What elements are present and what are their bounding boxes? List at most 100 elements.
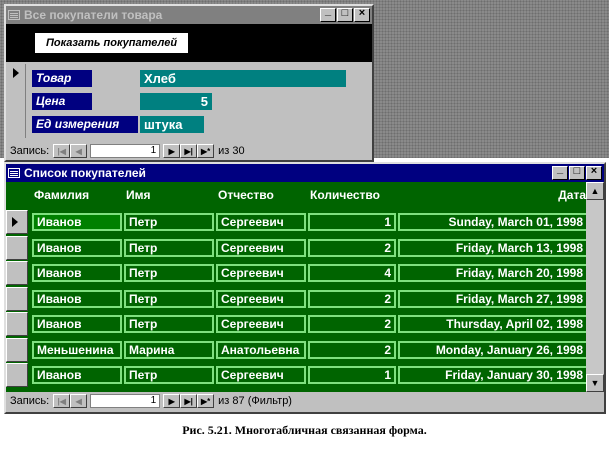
cell-patronymic[interactable]: Анатольевна <box>216 340 306 359</box>
row-selector[interactable] <box>6 363 28 387</box>
cell-patronymic[interactable]: Сергеевич <box>216 315 306 333</box>
record-count: из 30 <box>218 145 245 157</box>
column-header-date: Дата <box>558 188 586 202</box>
customer-list-window: Список покупателей _ □ × Фамилия Имя Отч… <box>4 162 606 414</box>
scroll-up-button[interactable]: ▲ <box>586 182 604 200</box>
cell-name[interactable]: Петр <box>124 366 214 384</box>
maximize-icon: □ <box>341 7 349 19</box>
cell-surname[interactable]: Иванов <box>32 264 122 282</box>
customer-list: Фамилия Имя Отчество Количество Дата Ива… <box>6 182 604 392</box>
figure-caption: Рис. 5.21. Многотабличная связанная форм… <box>182 423 427 437</box>
close-icon: × <box>358 7 366 19</box>
cell-quantity[interactable]: 1 <box>308 213 396 231</box>
close-button[interactable]: × <box>354 7 370 22</box>
record-number-input[interactable]: 1 <box>90 394 161 408</box>
next-record-button[interactable]: ▶ <box>163 144 181 158</box>
cell-patronymic[interactable]: Сергеевич <box>216 238 306 257</box>
cell-patronymic[interactable]: Сергеевич <box>216 213 306 231</box>
cell-surname[interactable]: Иванов <box>32 213 122 231</box>
table-row[interactable]: Иванов Петр Сергеевич 4 Friday, March 20, 19… <box>6 261 588 286</box>
last-record-button[interactable]: ▶| <box>180 394 198 408</box>
minimize-button[interactable]: _ <box>552 163 568 180</box>
table-row[interactable]: Иванов Петр Сергеевич 1 Sunday, March 01, 19… <box>6 210 588 235</box>
cell-surname[interactable]: Иванов <box>32 289 122 308</box>
products-form-titlebar[interactable]: Все покупатели товара _ □ × <box>6 5 372 24</box>
row-selector[interactable] <box>6 210 28 234</box>
cell-name[interactable]: Петр <box>124 238 214 257</box>
cell-quantity[interactable]: 4 <box>308 264 396 282</box>
cell-name[interactable]: Петр <box>124 315 214 333</box>
cell-name[interactable]: Петр <box>124 213 214 231</box>
row-selector[interactable] <box>6 235 28 260</box>
next-record-button[interactable]: ▶ <box>163 394 181 408</box>
table-row[interactable]: Иванов Петр Сергеевич 2 Friday, March 13, 19… <box>6 235 588 261</box>
cell-name[interactable]: Марина <box>124 340 214 359</box>
cell-quantity[interactable]: 2 <box>308 315 396 333</box>
row-selector[interactable] <box>6 286 28 311</box>
minimize-icon: _ <box>556 163 564 175</box>
column-header-quantity: Количество <box>310 188 380 202</box>
close-icon: × <box>590 165 598 177</box>
new-record-button[interactable]: ▶* <box>197 394 215 408</box>
table-row[interactable]: Иванов Петр Сергеевич 2 Friday, March 27, 19… <box>6 286 588 312</box>
minimize-button[interactable]: _ <box>320 5 336 22</box>
cell-date[interactable]: Thursday, April 02, 1998 <box>398 315 588 333</box>
window-title: Список покупателей <box>24 166 146 180</box>
record-number-input[interactable]: 1 <box>90 144 161 158</box>
row-selector[interactable] <box>6 261 28 285</box>
field-value-price[interactable]: 5 <box>140 93 212 110</box>
first-record-button[interactable]: |◀ <box>53 144 71 158</box>
cell-date[interactable]: Friday, March 13, 1998 <box>398 238 588 257</box>
column-header-surname: Фамилия <box>34 188 90 202</box>
field-value-unit[interactable]: штука <box>140 116 204 133</box>
cell-surname[interactable]: Иванов <box>32 366 122 384</box>
prev-record-button[interactable]: ◀ <box>70 144 88 158</box>
maximize-button[interactable]: □ <box>569 165 585 180</box>
cell-name[interactable]: Петр <box>124 289 214 308</box>
cell-quantity[interactable]: 2 <box>308 340 396 359</box>
cell-date[interactable]: Friday, January 30, 1998 <box>398 366 588 384</box>
cell-date[interactable]: Sunday, March 01, 1998 <box>398 213 588 231</box>
last-record-button[interactable]: ▶| <box>180 144 198 158</box>
cell-date[interactable]: Monday, January 26, 1998 <box>398 340 588 359</box>
cell-patronymic[interactable]: Сергеевич <box>216 264 306 282</box>
record-selector[interactable] <box>8 64 26 138</box>
cell-quantity[interactable]: 2 <box>308 238 396 257</box>
table-row[interactable]: Иванов Петр Сергеевич 1 Friday, January 30, … <box>6 363 588 388</box>
first-record-button[interactable]: |◀ <box>53 394 71 408</box>
customer-list-titlebar[interactable]: Список покупателей _ □ × <box>6 163 604 182</box>
cell-patronymic[interactable]: Сергеевич <box>216 366 306 384</box>
new-record-button[interactable]: ▶* <box>197 144 215 158</box>
current-record-arrow-icon <box>13 68 19 78</box>
field-value-product[interactable]: Хлеб <box>140 70 346 87</box>
current-record-arrow-icon <box>12 217 18 227</box>
field-label-price: Цена <box>32 93 92 110</box>
minimize-icon: _ <box>324 5 332 17</box>
prev-record-button[interactable]: ◀ <box>70 394 88 408</box>
products-form-window: Все покупатели товара _ □ × Показать пок… <box>4 4 374 162</box>
cell-quantity[interactable]: 1 <box>308 366 396 384</box>
scroll-down-button[interactable]: ▼ <box>586 374 604 392</box>
record-navigation: Запись: |◀ ◀ 1 ▶ ▶| ▶* из 30 <box>10 142 245 160</box>
cell-date[interactable]: Friday, March 20, 1998 <box>398 264 588 282</box>
column-header-patronymic: Отчество <box>218 188 274 202</box>
cell-patronymic[interactable]: Сергеевич <box>216 289 306 308</box>
form-icon <box>8 168 20 178</box>
maximize-button[interactable]: □ <box>337 7 353 22</box>
cell-surname[interactable]: Иванов <box>32 315 122 333</box>
close-button[interactable]: × <box>586 165 602 180</box>
field-label-product: Товар <box>32 70 92 87</box>
form-icon <box>8 10 20 20</box>
cell-name[interactable]: Петр <box>124 264 214 282</box>
show-customers-button[interactable]: Показать покупателей <box>34 32 189 54</box>
row-selector[interactable] <box>6 337 28 362</box>
cell-date[interactable]: Friday, March 27, 1998 <box>398 289 588 308</box>
row-selector[interactable] <box>6 312 28 336</box>
cell-surname[interactable]: Меньшенина <box>32 340 122 359</box>
cell-quantity[interactable]: 2 <box>308 289 396 308</box>
table-row[interactable]: Иванов Петр Сергеевич 2 Thursday, April 02, … <box>6 312 588 337</box>
cell-surname[interactable]: Иванов <box>32 238 122 257</box>
vertical-scrollbar[interactable]: ▲ ▼ <box>586 182 604 392</box>
table-row[interactable]: Меньшенина Марина Анатольевна 2 Monday, Janu… <box>6 337 588 363</box>
field-label-unit: Ед измерения <box>32 116 138 133</box>
